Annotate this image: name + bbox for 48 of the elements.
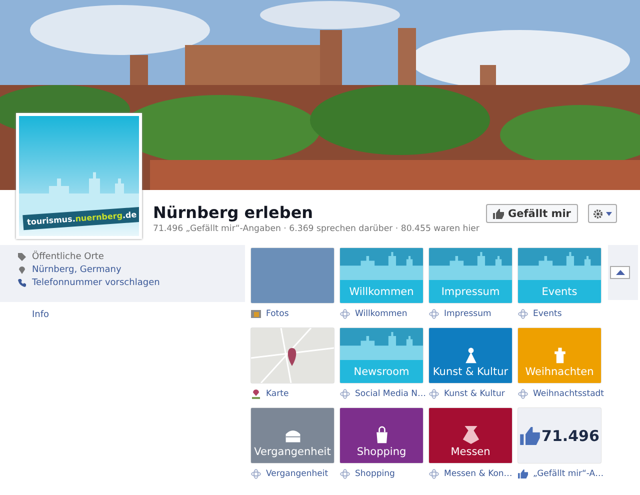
app-label[interactable]: Kunst & Kultur [444, 389, 505, 399]
app-label[interactable]: Vergangenheit [266, 469, 328, 479]
app-tile[interactable]: Kunst & Kultur [429, 328, 512, 383]
info-link[interactable]: Info [32, 310, 50, 320]
map-thumbnail[interactable] [251, 328, 334, 383]
app-icon [340, 389, 350, 399]
tag-icon [18, 253, 26, 261]
app-label[interactable]: Weihnachtsstadt [533, 389, 604, 399]
about-text[interactable]: Telefonnummer vorschlagen [32, 278, 160, 288]
about-text: Öffentliche Orte [32, 252, 104, 262]
tie-icon [462, 426, 480, 444]
thumbs-up-icon [518, 469, 528, 479]
caret-icon [606, 212, 612, 216]
app-tile[interactable]: Shopping [340, 408, 423, 463]
about-text[interactable]: Nürnberg, Germany [32, 265, 122, 275]
page-title: Nürnberg erleben [153, 203, 314, 222]
app-label[interactable]: Messen & Kon… [444, 469, 512, 479]
thumbs-up-icon [493, 208, 504, 218]
collapse-button[interactable] [610, 266, 630, 279]
app-icon [429, 389, 439, 399]
thumbs-up-icon [520, 426, 540, 444]
like-button[interactable]: Gefällt mir [486, 204, 578, 223]
app-icon [251, 469, 261, 479]
app-icon [429, 309, 439, 319]
app-icon [340, 469, 350, 479]
app-label[interactable]: Willkommen [355, 309, 408, 319]
app-label[interactable]: Impressum [444, 309, 492, 319]
app-icon [518, 389, 528, 399]
app-label[interactable]: „Gefällt mir“-A… [533, 469, 604, 479]
app-icon [518, 309, 528, 319]
caret-icon [616, 270, 624, 275]
phone-icon [18, 279, 26, 287]
app-label[interactable]: Karte [266, 389, 289, 399]
app-tile[interactable]: Vergangenheit [251, 408, 334, 463]
photo-icon [251, 309, 261, 319]
app-label[interactable]: Fotos [266, 309, 289, 319]
page-stats: 71.496 „Gefällt mir“-Angaben · 6.369 sprechen darüber · 80.455 waren hier [153, 224, 480, 234]
likes-tile[interactable]: 71.496 [518, 408, 601, 463]
app-label[interactable]: Social Media N… [355, 389, 426, 399]
location-pin-icon [18, 266, 26, 274]
app-label[interactable]: Events [533, 309, 562, 319]
settings-button[interactable] [588, 204, 617, 223]
location-pin-icon [251, 389, 261, 399]
gear-icon [593, 208, 603, 218]
app-label[interactable]: Shopping [355, 469, 395, 479]
app-icon [429, 469, 439, 479]
app-icon [340, 309, 350, 319]
app-tile[interactable]: Messen [429, 408, 512, 463]
